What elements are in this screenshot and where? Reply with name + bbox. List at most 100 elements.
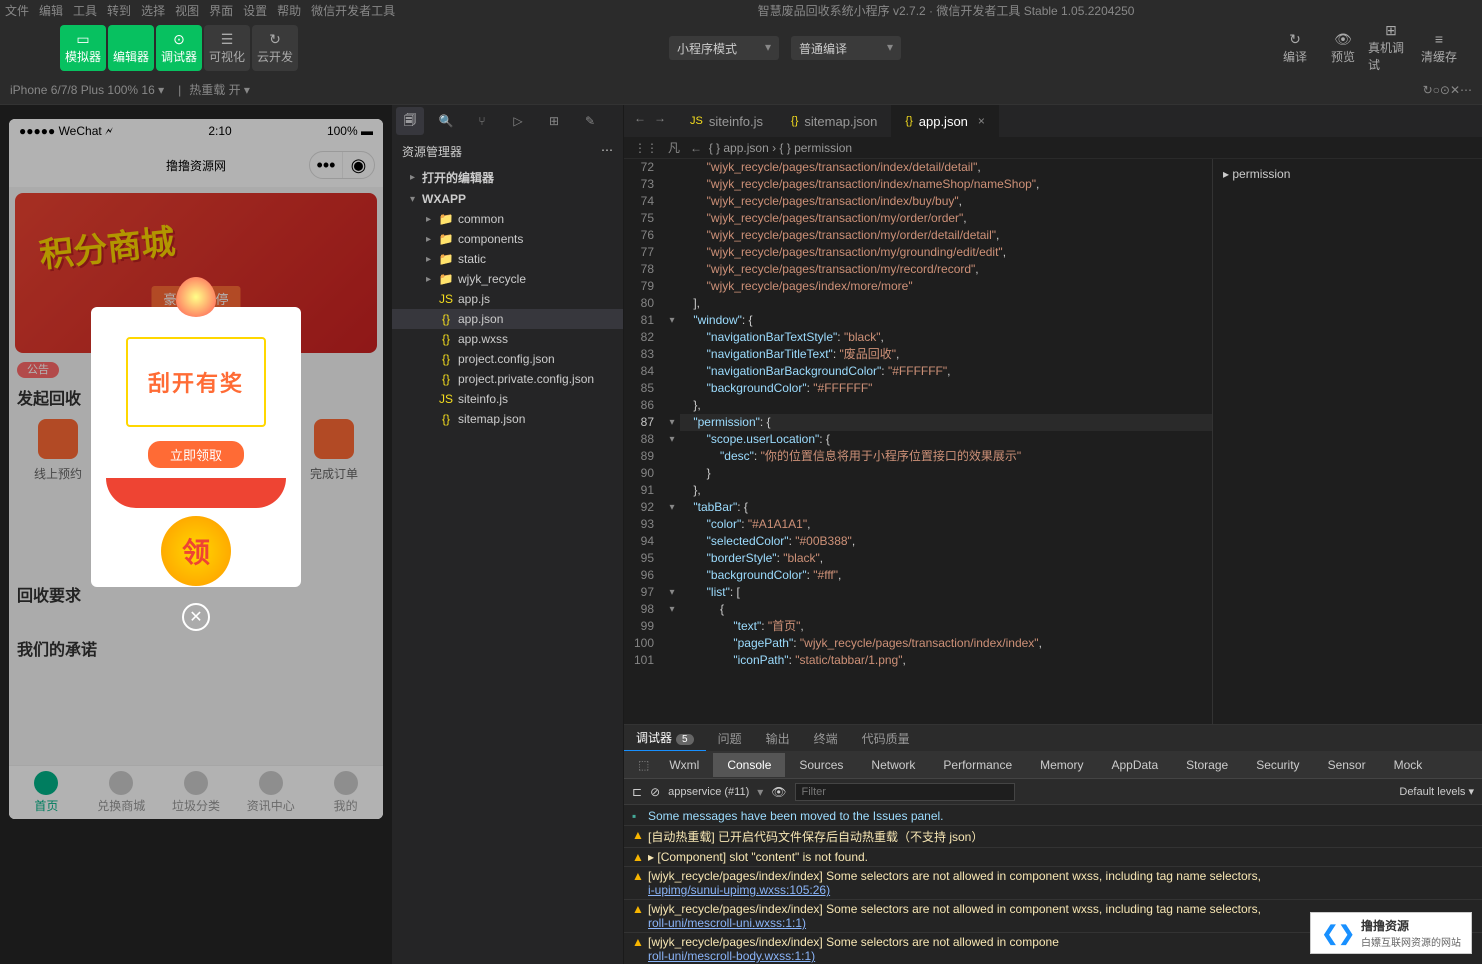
tree-item-common[interactable]: ▸📁common <box>392 209 623 229</box>
simulator-panel: ●●●●● WeChat 🗲 2:10 100% ▬ 撸撸资源网 ••• ◉ 积… <box>0 105 392 964</box>
tree-item-siteinfo.js[interactable]: JSsiteinfo.js <box>392 389 623 409</box>
breadcrumb[interactable]: ⋮⋮ 凡 ← { } app.json › { } permission <box>624 137 1482 159</box>
dt-tab-终端[interactable]: 终端 <box>802 726 850 751</box>
search-icon[interactable]: 🔍 <box>432 107 460 135</box>
tool-调试器[interactable]: ⊙调试器 <box>156 25 202 71</box>
outline-item[interactable]: ▸ permission <box>1223 165 1472 183</box>
more-icon[interactable]: ⋯ <box>601 143 613 160</box>
tree-item-wjyk_recycle[interactable]: ▸📁wjyk_recycle <box>392 269 623 289</box>
editor-tab-siteinfo.js[interactable]: JSsiteinfo.js <box>676 105 777 137</box>
explorer-title: 资源管理器⋯ <box>392 137 623 166</box>
device-bar: iPhone 6/7/8 Plus 100% 16 ▾ | 热重载 开 ▾ ↻○… <box>0 75 1482 105</box>
dt-tab-问题[interactable]: 问题 <box>706 726 754 751</box>
tool-预览[interactable]: 👁预览 <box>1320 25 1366 71</box>
devbar-icon[interactable]: ⋯ <box>1460 83 1472 97</box>
dt-toolbar-Console[interactable]: Console <box>713 753 785 777</box>
dt-toolbar-Memory[interactable]: Memory <box>1026 753 1097 777</box>
editor-tab-sitemap.json[interactable]: {}sitemap.json <box>777 105 891 137</box>
menu-item[interactable]: 编辑 <box>39 4 63 18</box>
devbar-icon[interactable]: ⊙ <box>1440 83 1450 97</box>
dt-tab-调试器[interactable]: 调试器5 <box>624 725 706 752</box>
ribbon <box>106 478 286 508</box>
files-icon[interactable]: 🗐 <box>396 107 424 135</box>
phone-frame: ●●●●● WeChat 🗲 2:10 100% ▬ 撸撸资源网 ••• ◉ 积… <box>9 119 383 819</box>
prize-title: 刮开有奖 <box>126 337 266 427</box>
compile-select[interactable]: 普通编译 <box>791 36 901 60</box>
tool-编译[interactable]: ↻编译 <box>1272 25 1318 71</box>
tool-真机调试[interactable]: ⊞真机调试 <box>1368 25 1414 71</box>
forward-icon[interactable]: → <box>654 111 666 131</box>
sidebar-icon[interactable]: ⊏ <box>632 785 642 799</box>
dt-toolbar-Sources[interactable]: Sources <box>785 753 857 777</box>
menu-item[interactable]: 设置 <box>243 4 267 18</box>
explorer-tabs: 🗐 🔍 ⑂ ▷ ⊞ ✎ <box>392 105 623 137</box>
devbar-icon[interactable]: ✕ <box>1450 83 1460 97</box>
tree-item-app.json[interactable]: {}app.json <box>392 309 623 329</box>
dt-toolbar-AppData[interactable]: AppData <box>1097 753 1172 777</box>
dt-toolbar-Sensor[interactable]: Sensor <box>1314 753 1380 777</box>
dt-toolbar-Performance[interactable]: Performance <box>929 753 1026 777</box>
menu-item[interactable]: 工具 <box>73 4 97 18</box>
devbar-icon[interactable]: ↻ <box>1423 83 1433 97</box>
dt-toolbar-Storage[interactable]: Storage <box>1172 753 1242 777</box>
tree-item-components[interactable]: ▸📁components <box>392 229 623 249</box>
tree-section[interactable]: ▾WXAPP <box>392 189 623 209</box>
balloon-icon <box>176 277 216 317</box>
dt-tab-输出[interactable]: 输出 <box>754 726 802 751</box>
main-toolbar: ▭模拟器编辑器⊙调试器☰可视化↻云开发 小程序模式 普通编译 ↻编译👁预览⊞真机… <box>0 20 1482 75</box>
dt-toolbar-Mock[interactable]: Mock <box>1380 753 1437 777</box>
dt-toolbar-Wxml[interactable]: Wxml <box>655 753 713 777</box>
filter-input[interactable] <box>795 783 1015 801</box>
code-editor[interactable]: 7273747576777879808182838485868788899091… <box>624 159 1212 724</box>
tool-编辑器[interactable]: 编辑器 <box>108 25 154 71</box>
editor-tab-app.json[interactable]: {}app.json× <box>891 105 999 137</box>
menu-item[interactable]: 帮助 <box>277 4 301 18</box>
mode-select[interactable]: 小程序模式 <box>669 36 779 60</box>
dt-tab-代码质量[interactable]: 代码质量 <box>850 726 922 751</box>
logo-icon: ❮❯ <box>1321 921 1355 946</box>
ext-icon[interactable]: ⊞ <box>540 107 568 135</box>
device-select[interactable]: iPhone 6/7/8 Plus 100% 16 ▾ <box>10 83 164 97</box>
debug-icon[interactable]: ▷ <box>504 107 532 135</box>
tool-模拟器[interactable]: ▭模拟器 <box>60 25 106 71</box>
tree-item-app.js[interactable]: JSapp.js <box>392 289 623 309</box>
clear-icon[interactable]: ⊘ <box>650 785 660 799</box>
tree-item-sitemap.json[interactable]: {}sitemap.json <box>392 409 623 429</box>
menubar: 文件编辑工具转到选择视图界面设置帮助微信开发者工具 智慧废品回收系统小程序 v2… <box>0 0 1482 20</box>
tree-item-app.wxss[interactable]: {}app.wxss <box>392 329 623 349</box>
context-select[interactable]: appservice (#11) <box>668 786 749 798</box>
modal-overlay: 刮开有奖 立即领取 领 ✕ <box>9 119 383 819</box>
tool-可视化[interactable]: ☰可视化 <box>204 25 250 71</box>
git-icon[interactable]: ⑂ <box>468 107 496 135</box>
menu-item[interactable]: 文件 <box>5 4 29 18</box>
dt-toolbar-Network[interactable]: Network <box>857 753 929 777</box>
menu-item[interactable]: 视图 <box>175 4 199 18</box>
brush-icon[interactable]: ✎ <box>576 107 604 135</box>
menu-item[interactable]: 选择 <box>141 4 165 18</box>
prize-modal: 刮开有奖 立即领取 领 <box>91 307 301 587</box>
back-icon[interactable]: ← <box>634 111 646 131</box>
eye-icon[interactable]: 👁 <box>771 785 786 799</box>
levels-select[interactable]: Default levels ▾ <box>1399 785 1474 798</box>
outline-panel: ▸ permission <box>1212 159 1482 724</box>
devbar-icon[interactable]: ○ <box>1433 83 1440 97</box>
dt-toolbar-Security[interactable]: Security <box>1242 753 1313 777</box>
tree-item-project.config.json[interactable]: {}project.config.json <box>392 349 623 369</box>
claim-button[interactable]: 立即领取 <box>148 441 244 468</box>
inspect-icon[interactable]: ⬚ <box>632 758 655 772</box>
editor-tabs: ← → JSsiteinfo.js{}sitemap.json{}app.jso… <box>624 105 1482 137</box>
close-modal-button[interactable]: ✕ <box>182 603 210 631</box>
tool-云开发[interactable]: ↻云开发 <box>252 25 298 71</box>
tree-item-project.private.config.json[interactable]: {}project.private.config.json <box>392 369 623 389</box>
hotreload-toggle[interactable]: 热重载 开 ▾ <box>189 81 250 98</box>
tree-item-static[interactable]: ▸📁static <box>392 249 623 269</box>
editor-panel: ← → JSsiteinfo.js{}sitemap.json{}app.jso… <box>624 105 1482 964</box>
tree-section[interactable]: ▸打开的编辑器 <box>392 166 623 189</box>
menu-item[interactable]: 微信开发者工具 <box>311 4 395 18</box>
file-explorer: 🗐 🔍 ⑂ ▷ ⊞ ✎ 资源管理器⋯ ▸打开的编辑器▾WXAPP▸📁common… <box>392 105 624 964</box>
tool-清缓存[interactable]: ≡清缓存 <box>1416 25 1462 71</box>
menu-item[interactable]: 转到 <box>107 4 131 18</box>
window-title: 智慧废品回收系统小程序 v2.7.2 · 微信开发者工具 Stable 1.05… <box>758 2 1135 19</box>
menu-item[interactable]: 界面 <box>209 4 233 18</box>
watermark: ❮❯ 撸撸资源 白嫖互联网资源的网站 <box>1310 912 1472 954</box>
